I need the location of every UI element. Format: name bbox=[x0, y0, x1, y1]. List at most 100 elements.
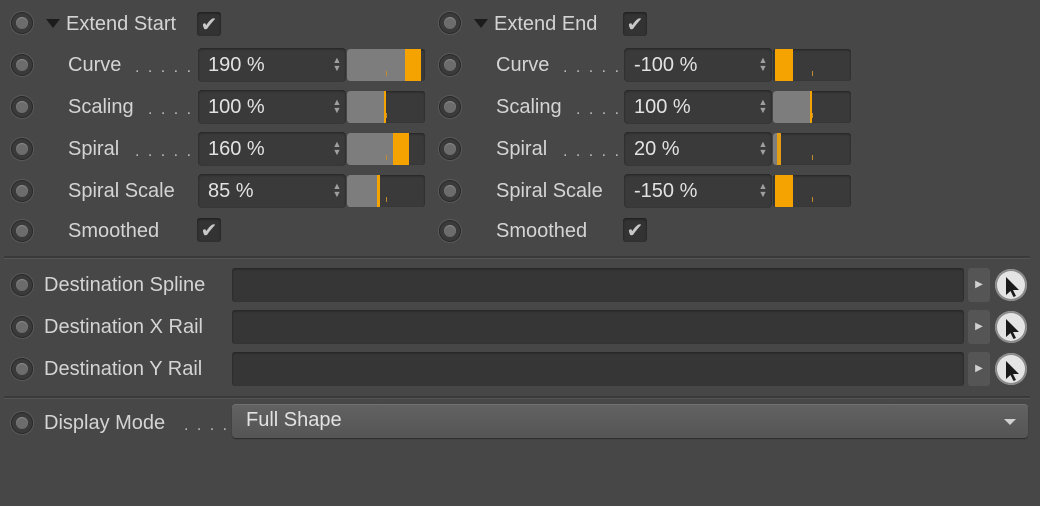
arrow-pick-icon[interactable] bbox=[995, 311, 1027, 343]
slider-handle[interactable] bbox=[775, 49, 793, 81]
extend-start-label: Extend Start bbox=[66, 13, 177, 35]
spiral-scale-end-slider[interactable] bbox=[773, 175, 851, 207]
spiral-end-label: Spiral bbox=[496, 138, 548, 160]
keyframe-extend-start-icon[interactable] bbox=[11, 12, 33, 34]
spiral-scale-start-label: Spiral Scale bbox=[68, 180, 175, 202]
smoothed-start-label: Smoothed bbox=[68, 220, 160, 242]
curve-end-label: Curve bbox=[496, 54, 550, 76]
spinner-arrows-icon[interactable]: ▲ ▼ bbox=[758, 56, 768, 73]
extend-end-checkbox[interactable]: ✔ bbox=[623, 12, 647, 36]
dots-leader: . . . . bbox=[576, 101, 622, 118]
destination-x-rail-label: Destination X Rail bbox=[44, 316, 203, 338]
keyframe-curve-start-icon[interactable] bbox=[11, 54, 33, 76]
spinner-arrows-icon[interactable]: ▲ ▼ bbox=[332, 98, 342, 115]
keyframe-extend-end-icon[interactable] bbox=[439, 12, 461, 34]
spiral-scale-start-slider[interactable] bbox=[347, 175, 425, 207]
keyframe-smoothed-end-icon[interactable] bbox=[439, 220, 461, 242]
display-mode-value: Full Shape bbox=[246, 409, 342, 431]
slider-handle[interactable] bbox=[384, 91, 386, 123]
smoothed-start-checkbox[interactable]: ✔ bbox=[197, 218, 221, 242]
smoothed-end-checkbox[interactable]: ✔ bbox=[623, 218, 647, 242]
destination-spline-field[interactable] bbox=[232, 268, 964, 302]
slider-handle[interactable] bbox=[777, 133, 781, 165]
spinner-arrows-icon[interactable]: ▲ ▼ bbox=[758, 182, 768, 199]
destination-y-rail-field[interactable] bbox=[232, 352, 964, 386]
dots-leader: . . . . . bbox=[135, 143, 194, 160]
slider-handle[interactable] bbox=[405, 49, 421, 81]
spinner-arrows-icon[interactable]: ▲ ▼ bbox=[758, 140, 768, 157]
scaling-end-slider[interactable] bbox=[773, 91, 851, 123]
slider-handle[interactable] bbox=[377, 175, 380, 207]
spiral-start-field[interactable]: 160 % ▲ ▼ bbox=[198, 132, 346, 166]
spiral-end-field[interactable]: 20 % ▲ ▼ bbox=[624, 132, 772, 166]
keyframe-spiral-scale-end-icon[interactable] bbox=[439, 180, 461, 202]
display-mode-dropdown[interactable]: Full Shape bbox=[232, 404, 1028, 438]
dots-leader: . . . . bbox=[184, 417, 230, 434]
spiral-start-label: Spiral bbox=[68, 138, 120, 160]
dots-leader: . . . . bbox=[148, 101, 194, 118]
slider-tick bbox=[386, 71, 387, 76]
arrow-right-icon[interactable]: ▶ bbox=[968, 268, 990, 302]
destination-spline-label: Destination Spline bbox=[44, 274, 206, 296]
spiral-end-value: 20 % bbox=[634, 138, 680, 160]
extend-end-label: Extend End bbox=[494, 13, 598, 35]
slider-tick bbox=[812, 197, 813, 202]
slider-gray-fill bbox=[347, 175, 380, 207]
spinner-arrows-icon[interactable]: ▲ ▼ bbox=[332, 56, 342, 73]
spiral-scale-start-value: 85 % bbox=[208, 180, 254, 202]
slider-tick bbox=[812, 71, 813, 76]
slider-tick bbox=[386, 113, 387, 118]
spinner-arrows-icon[interactable]: ▲ ▼ bbox=[758, 98, 768, 115]
curve-end-slider[interactable] bbox=[773, 49, 851, 81]
keyframe-destination-y-rail-icon[interactable] bbox=[11, 358, 33, 380]
spiral-start-value: 160 % bbox=[208, 138, 265, 160]
extend-start-checkbox[interactable]: ✔ bbox=[197, 12, 221, 36]
keyframe-destination-spline-icon[interactable] bbox=[11, 274, 33, 296]
slider-handle[interactable] bbox=[775, 175, 793, 207]
keyframe-smoothed-start-icon[interactable] bbox=[11, 220, 33, 242]
keyframe-display-mode-icon[interactable] bbox=[11, 412, 33, 434]
scaling-start-slider[interactable] bbox=[347, 91, 425, 123]
scaling-end-label: Scaling bbox=[496, 96, 562, 118]
curve-end-value: -100 % bbox=[634, 54, 698, 76]
spiral-scale-start-field[interactable]: 85 % ▲ ▼ bbox=[198, 174, 346, 208]
keyframe-destination-x-rail-icon[interactable] bbox=[11, 316, 33, 338]
divider bbox=[4, 256, 1030, 259]
scaling-start-field[interactable]: 100 % ▲ ▼ bbox=[198, 90, 346, 124]
slider-handle[interactable] bbox=[810, 91, 812, 123]
arrow-pick-icon[interactable] bbox=[995, 269, 1027, 301]
keyframe-spiral-scale-start-icon[interactable] bbox=[11, 180, 33, 202]
curve-end-field[interactable]: -100 % ▲ ▼ bbox=[624, 48, 772, 82]
spiral-start-slider[interactable] bbox=[347, 133, 425, 165]
scaling-end-field[interactable]: 100 % ▲ ▼ bbox=[624, 90, 772, 124]
slider-tick bbox=[812, 113, 813, 118]
slider-handle[interactable] bbox=[393, 133, 409, 165]
curve-start-slider[interactable] bbox=[347, 49, 425, 81]
spinner-arrows-icon[interactable]: ▲ ▼ bbox=[332, 182, 342, 199]
arrow-pick-icon[interactable] bbox=[995, 353, 1027, 385]
dots-leader: . . . . . bbox=[563, 143, 622, 160]
scaling-start-label: Scaling bbox=[68, 96, 134, 118]
curve-start-label: Curve bbox=[68, 54, 122, 76]
collapse-triangle-icon[interactable] bbox=[474, 19, 488, 28]
destination-y-rail-label: Destination Y Rail bbox=[44, 358, 203, 380]
spinner-arrows-icon[interactable]: ▲ ▼ bbox=[332, 140, 342, 157]
keyframe-spiral-start-icon[interactable] bbox=[11, 138, 33, 160]
arrow-right-icon[interactable]: ▶ bbox=[968, 310, 990, 344]
arrow-right-icon[interactable]: ▶ bbox=[968, 352, 990, 386]
keyframe-scaling-start-icon[interactable] bbox=[11, 96, 33, 118]
curve-start-field[interactable]: 190 % ▲ ▼ bbox=[198, 48, 346, 82]
keyframe-spiral-end-icon[interactable] bbox=[439, 138, 461, 160]
chevron-down-icon bbox=[1004, 419, 1016, 425]
scaling-end-value: 100 % bbox=[634, 96, 691, 118]
keyframe-scaling-end-icon[interactable] bbox=[439, 96, 461, 118]
spiral-scale-end-field[interactable]: -150 % ▲ ▼ bbox=[624, 174, 772, 208]
destination-x-rail-field[interactable] bbox=[232, 310, 964, 344]
slider-gray-fill bbox=[773, 91, 812, 123]
spiral-scale-end-label: Spiral Scale bbox=[496, 180, 603, 202]
keyframe-curve-end-icon[interactable] bbox=[439, 54, 461, 76]
spiral-end-slider[interactable] bbox=[773, 133, 851, 165]
divider bbox=[4, 396, 1030, 399]
collapse-triangle-icon[interactable] bbox=[46, 19, 60, 28]
dots-leader: . . . . . bbox=[563, 59, 622, 76]
